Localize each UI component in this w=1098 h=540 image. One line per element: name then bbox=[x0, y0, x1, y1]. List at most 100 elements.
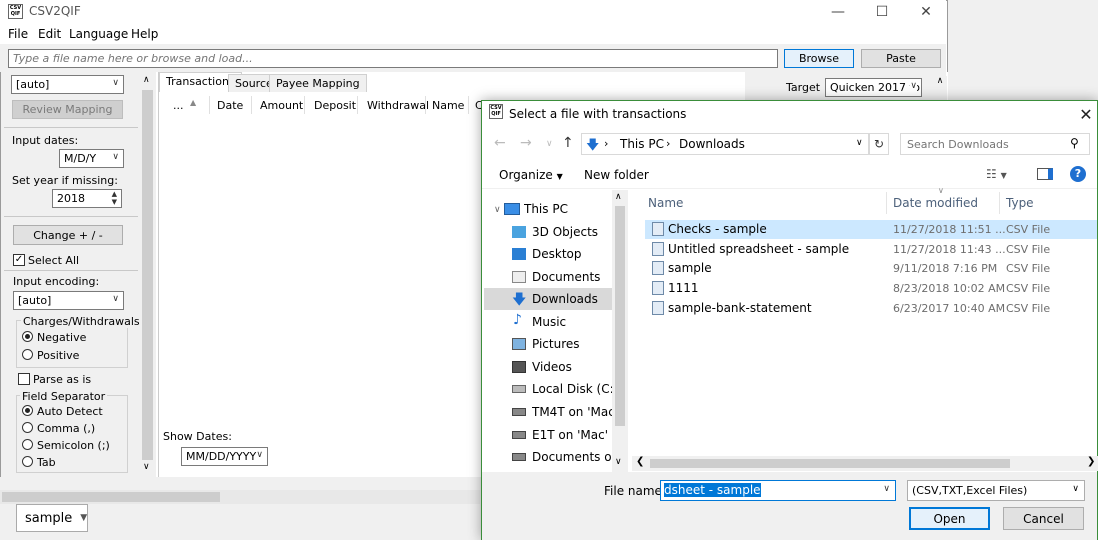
scroll-up-icon[interactable]: ∧ bbox=[615, 192, 622, 202]
chevron-down-icon[interactable]: ∨ bbox=[883, 484, 890, 494]
view-options-icon[interactable]: ☷ ▼ bbox=[986, 167, 1007, 181]
scroll-right-icon[interactable]: ❯ bbox=[1087, 456, 1095, 467]
spin-arrows-icon[interactable]: ▲ ▼ bbox=[112, 190, 117, 206]
column-divider[interactable] bbox=[999, 192, 1000, 214]
nav-item-3d-objects[interactable]: 3D Objects bbox=[532, 225, 612, 239]
file-row[interactable]: sample-bank-statement 6/23/2017 10:40 AM… bbox=[645, 299, 1097, 318]
select-all-checkbox[interactable]: ✓ bbox=[13, 254, 25, 266]
column-divider[interactable] bbox=[357, 96, 358, 114]
nav-item-documents[interactable]: Documents bbox=[532, 270, 612, 284]
menu-file[interactable]: File bbox=[8, 27, 28, 41]
column-header-deposit[interactable]: Deposit bbox=[314, 99, 356, 112]
breadcrumb-this-pc[interactable]: This PC bbox=[620, 137, 664, 151]
address-bar[interactable]: 🡇 › This PC › Downloads ∨ bbox=[581, 133, 869, 155]
negative-radio[interactable] bbox=[22, 331, 33, 342]
file-row[interactable]: 1111 8/23/2018 10:02 AM CSV File bbox=[645, 279, 1097, 298]
menu-help[interactable]: Help bbox=[131, 27, 158, 41]
target-select[interactable]: Quicken 2017 for ∨ bbox=[825, 78, 922, 97]
tab-radio[interactable] bbox=[22, 456, 33, 467]
auto-detect-radio[interactable] bbox=[22, 405, 33, 416]
column-divider[interactable] bbox=[886, 192, 887, 214]
encoding-select[interactable]: [auto] ∨ bbox=[13, 291, 124, 310]
parse-as-is-checkbox[interactable] bbox=[18, 373, 30, 385]
breadcrumb-downloads[interactable]: Downloads bbox=[679, 137, 745, 151]
date-format-select[interactable]: M/D/Y ∨ bbox=[59, 149, 124, 168]
column-divider[interactable] bbox=[304, 96, 305, 114]
scroll-down-icon[interactable]: ∨ bbox=[615, 457, 622, 467]
column-header-amount[interactable]: Amount bbox=[260, 99, 303, 112]
tab-payee-mapping[interactable]: Payee Mapping bbox=[269, 74, 367, 92]
menu-language[interactable]: Language bbox=[69, 27, 128, 41]
nav-item-videos[interactable]: Videos bbox=[532, 360, 612, 374]
positive-radio[interactable] bbox=[22, 349, 33, 360]
header-date-modified[interactable]: Date modified bbox=[893, 196, 978, 210]
nav-item-pictures[interactable]: Pictures bbox=[532, 337, 612, 351]
file-row[interactable]: Checks - sample 11/27/2018 11:51 ... CSV… bbox=[645, 220, 1097, 239]
profile-select[interactable]: [auto] ∨ bbox=[11, 75, 124, 94]
nav-item-local-disk[interactable]: Local Disk (C:) bbox=[532, 382, 612, 396]
column-header-date[interactable]: Date bbox=[217, 99, 243, 112]
column-header-withdrawal[interactable]: Withdrawal bbox=[367, 99, 429, 112]
file-name-input[interactable]: dsheet - sample ∨ bbox=[660, 480, 896, 501]
close-icon[interactable]: ✕ bbox=[904, 0, 948, 24]
header-type[interactable]: Type bbox=[1006, 196, 1034, 210]
column-divider[interactable] bbox=[425, 96, 426, 114]
paste-button[interactable]: Paste bbox=[861, 49, 941, 68]
nav-item-tm4t[interactable]: TM4T on 'Mac' ( bbox=[532, 405, 612, 419]
review-mapping-button[interactable]: Review Mapping bbox=[12, 100, 123, 119]
browse-button[interactable]: Browse bbox=[784, 49, 854, 68]
year-stepper[interactable]: 2018 ▲ ▼ bbox=[52, 189, 122, 208]
nav-item-this-pc[interactable]: This PC bbox=[524, 202, 604, 216]
scroll-up-icon[interactable]: ∧ bbox=[933, 76, 947, 102]
show-dates-select[interactable]: MM/DD/YYYY ∨ bbox=[181, 447, 268, 466]
header-name[interactable]: Name bbox=[648, 196, 683, 210]
file-type: CSV File bbox=[1006, 262, 1051, 275]
search-icon[interactable]: ⚲ bbox=[1070, 136, 1079, 150]
nav-item-desktop[interactable]: Desktop bbox=[532, 247, 612, 261]
network-drive-icon bbox=[512, 453, 526, 461]
column-header-name[interactable]: Name bbox=[432, 99, 464, 112]
nav-item-downloads[interactable]: Downloads bbox=[532, 292, 612, 306]
search-input[interactable] bbox=[900, 133, 1090, 155]
semicolon-radio[interactable] bbox=[22, 439, 33, 450]
file-type-filter-select[interactable]: (CSV,TXT,Excel Files) ∨ bbox=[907, 480, 1085, 501]
column-divider[interactable] bbox=[468, 96, 469, 114]
cancel-button[interactable]: Cancel bbox=[1003, 507, 1084, 530]
settings-scrollbar-thumb[interactable] bbox=[142, 90, 153, 460]
dialog-close-icon[interactable]: ✕ bbox=[1074, 103, 1098, 125]
chevron-down-icon[interactable]: ∨ bbox=[856, 138, 863, 148]
change-sign-button[interactable]: Change + / - bbox=[13, 225, 123, 245]
horizontal-scrollbar-thumb[interactable] bbox=[2, 492, 220, 502]
column-divider[interactable] bbox=[209, 96, 210, 114]
file-row[interactable]: Untitled spreadsheet - sample 11/27/2018… bbox=[645, 240, 1097, 259]
help-icon[interactable]: ? bbox=[1070, 166, 1086, 182]
scroll-left-icon[interactable]: ❮ bbox=[636, 456, 644, 467]
file-list-scrollbar-thumb[interactable] bbox=[650, 459, 1010, 468]
up-arrow-icon[interactable]: ↑ bbox=[562, 135, 574, 151]
file-row[interactable]: sample 9/11/2018 7:16 PM CSV File bbox=[645, 259, 1097, 278]
nav-item-documents-network[interactable]: Documents on 'I bbox=[532, 450, 612, 464]
menu-edit[interactable]: Edit bbox=[38, 27, 61, 41]
scroll-down-icon[interactable]: ∨ bbox=[143, 462, 150, 472]
recent-locations-icon[interactable]: ∨ bbox=[546, 139, 553, 149]
organize-button[interactable]: Organize ▼ bbox=[499, 168, 563, 182]
nav-item-e1t[interactable]: E1T on 'Mac' (X: bbox=[532, 428, 612, 442]
open-button[interactable]: Open bbox=[909, 507, 990, 530]
column-header-select[interactable]: ... bbox=[173, 99, 184, 112]
column-divider[interactable] bbox=[251, 96, 252, 114]
refresh-icon[interactable]: ↻ bbox=[869, 133, 889, 155]
maximize-icon[interactable]: ☐ bbox=[860, 0, 904, 24]
new-folder-button[interactable]: New folder bbox=[584, 168, 649, 182]
caret-down-icon[interactable]: ▼ bbox=[80, 513, 87, 523]
minimize-icon[interactable]: — bbox=[816, 0, 860, 24]
back-arrow-icon[interactable]: ← bbox=[494, 135, 506, 151]
scroll-up-icon[interactable]: ∧ bbox=[143, 75, 150, 85]
nav-scrollbar-thumb[interactable] bbox=[615, 206, 625, 426]
forward-arrow-icon[interactable]: → bbox=[520, 135, 532, 151]
sheet-tab-sample[interactable]: sample ▼ bbox=[16, 504, 88, 532]
preview-pane-icon[interactable] bbox=[1037, 168, 1053, 180]
expand-icon[interactable]: ∨ bbox=[494, 205, 501, 215]
comma-radio[interactable] bbox=[22, 422, 33, 433]
file-path-input[interactable] bbox=[8, 49, 778, 68]
nav-item-music[interactable]: Music bbox=[532, 315, 612, 329]
